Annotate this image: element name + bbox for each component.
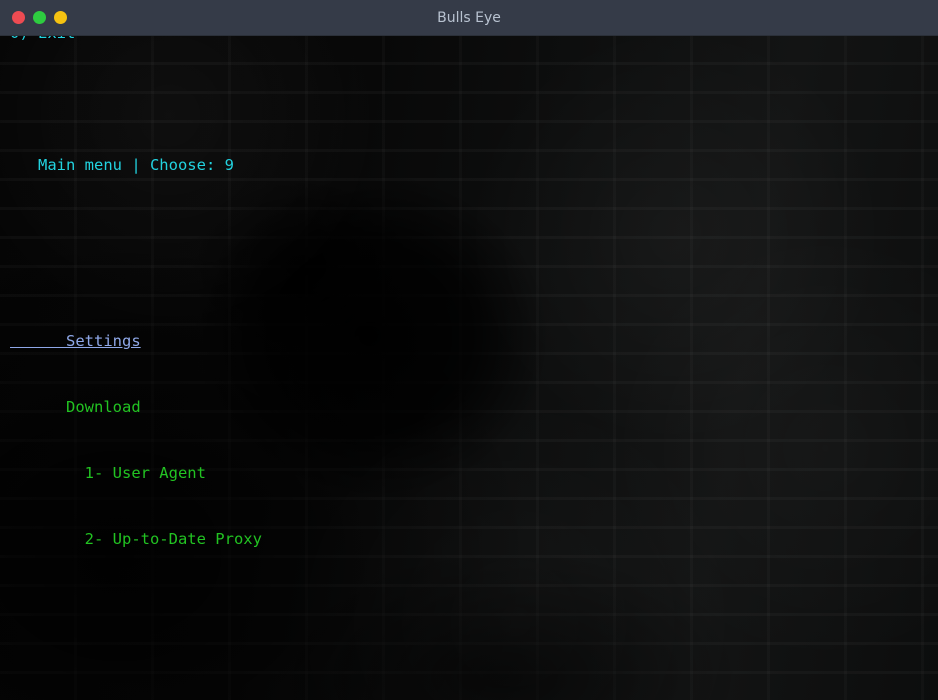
settings-header-line: Settings: [10, 330, 938, 352]
title-bar: Bulls Eye: [0, 0, 938, 36]
download-header: Download: [10, 398, 141, 416]
terminal-window: Bulls Eye 0) Exit Main menu | Choose: 9 …: [0, 0, 938, 700]
menu-item-user-agent[interactable]: 1- User Agent: [10, 462, 938, 484]
minimize-button[interactable]: [54, 11, 67, 24]
close-button[interactable]: [12, 11, 25, 24]
terminal-body[interactable]: 0) Exit Main menu | Choose: 9 Settings D…: [0, 36, 938, 700]
window-controls: [12, 11, 67, 24]
maximize-button[interactable]: [33, 11, 46, 24]
terminal-output: 0) Exit Main menu | Choose: 9 Settings D…: [0, 36, 938, 700]
menu-item-uptodate-proxy[interactable]: 2- Up-to-Date Proxy: [10, 528, 938, 550]
settings-header: Settings: [10, 332, 141, 350]
prompt-line: Main menu | Choose: 9: [10, 156, 234, 174]
clipped-exit-line: 0) Exit: [10, 36, 75, 44]
window-title: Bulls Eye: [437, 10, 501, 26]
